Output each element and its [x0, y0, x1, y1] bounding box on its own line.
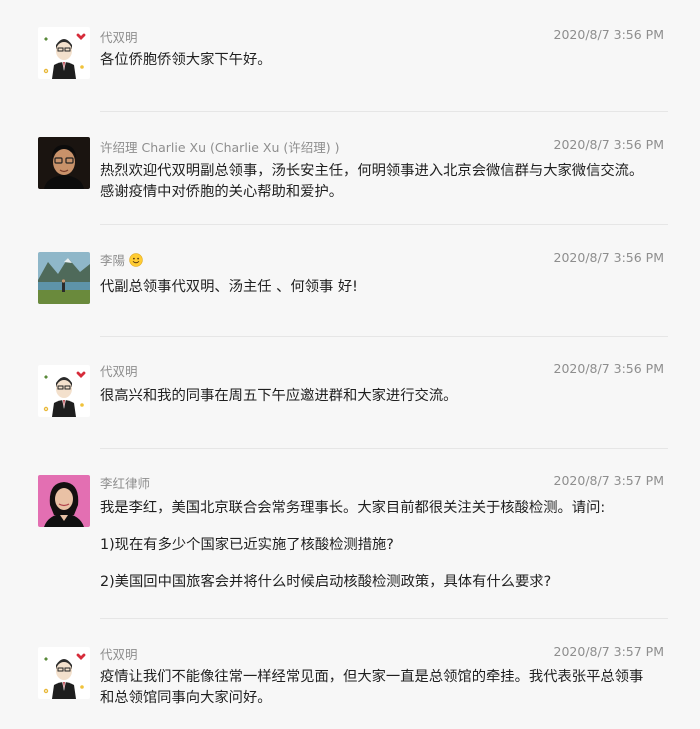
sender-name[interactable]: 代双明 [100, 27, 138, 46]
message-text: 各位侨胞侨领大家下午好。 [100, 50, 655, 71]
sender-name-text: 李陽 [100, 253, 126, 268]
avatar[interactable] [38, 27, 90, 79]
sender-name[interactable]: 代双明 [100, 644, 138, 663]
sender-name[interactable]: 代双明 [100, 361, 138, 380]
cartoon-man-avatar-icon [38, 365, 90, 417]
message-timestamp: 2020/8/7 3:56 PM [553, 137, 664, 152]
message-line: 各位侨胞侨领大家下午好。 [100, 52, 272, 68]
avatar[interactable] [38, 252, 90, 304]
sender-name[interactable]: 李陽 [100, 250, 143, 269]
message-timestamp: 2020/8/7 3:56 PM [553, 250, 664, 265]
message-divider [100, 111, 668, 112]
message-timestamp: 2020/8/7 3:57 PM [553, 644, 664, 659]
message-line: 1)现在有多少个国家已近实施了核酸检测措施? [100, 537, 394, 553]
mountain-lake-photo-icon [38, 252, 90, 304]
message-timestamp: 2020/8/7 3:57 PM [553, 473, 664, 488]
message-divider [100, 336, 668, 337]
woman-portrait-pink-photo-icon [38, 475, 90, 527]
message-line: 热烈欢迎代双明副总领事，汤长安主任，何明领事进入北京会微信群与大家微信交流。感谢… [100, 163, 644, 200]
message-text: 代副总领事代双明、汤主任 、何领事 好! [100, 277, 655, 298]
avatar[interactable] [38, 475, 90, 527]
man-with-glasses-photo-icon [38, 137, 90, 189]
message-text: 热烈欢迎代双明副总领事，汤长安主任，何明领事进入北京会微信群与大家微信交流。感谢… [100, 161, 655, 203]
sender-name[interactable]: 许绍理 Charlie Xu (Charlie Xu (许绍理) ) [100, 137, 340, 156]
message-line: 2)美国回中国旅客会并将什么时候启动核酸检测政策，具体有什么要求? [100, 574, 552, 590]
message-text: 疫情让我们不能像往常一样经常见面，但大家一直是总领馆的牵挂。我代表张平总领事和总… [100, 667, 655, 709]
cartoon-man-avatar-icon [38, 27, 90, 79]
message-text: 我是李红，美国北京联合会常务理事长。大家目前都很关注关于核酸检测。请问: 1)现… [100, 498, 655, 593]
message-divider [100, 448, 668, 449]
chat-history: 代双明 2020/8/7 3:56 PM 各位侨胞侨领大家下午好。 许绍理 Ch… [0, 0, 700, 729]
message-line: 很高兴和我的同事在周五下午应邀进群和大家进行交流。 [100, 388, 458, 404]
message-timestamp: 2020/8/7 3:56 PM [553, 361, 664, 376]
message-line: 代副总领事代双明、汤主任 、何领事 好! [100, 279, 358, 295]
avatar[interactable] [38, 137, 90, 189]
smiling-face-emoji-icon [129, 253, 143, 267]
message-line: 我是李红，美国北京联合会常务理事长。大家目前都很关注关于核酸检测。请问: [100, 500, 606, 516]
avatar[interactable] [38, 365, 90, 417]
avatar[interactable] [38, 647, 90, 699]
sender-name[interactable]: 李红律师 [100, 473, 150, 492]
cartoon-man-avatar-icon [38, 647, 90, 699]
message-divider [100, 618, 668, 619]
message-timestamp: 2020/8/7 3:56 PM [553, 27, 664, 42]
message-divider [100, 224, 668, 225]
message-line: 疫情让我们不能像往常一样经常见面，但大家一直是总领馆的牵挂。我代表张平总领事和总… [100, 669, 644, 706]
message-text: 很高兴和我的同事在周五下午应邀进群和大家进行交流。 [100, 386, 655, 407]
